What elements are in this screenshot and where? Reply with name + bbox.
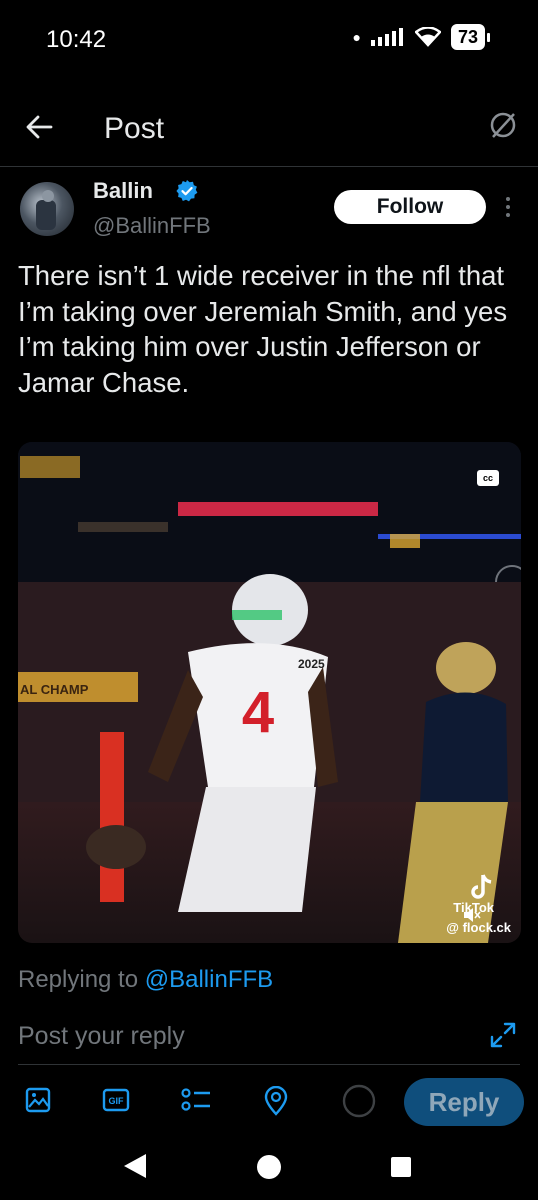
back-arrow-icon[interactable] (24, 112, 54, 142)
banner-text: AL CHAMP (20, 682, 89, 697)
expand-icon[interactable] (488, 1020, 518, 1050)
post-video[interactable]: 4 2025 AL CHAMP TikTok cc @ flock.ck (18, 442, 521, 943)
nav-recents-icon[interactable] (390, 1156, 412, 1178)
jersey-number: 4 (242, 680, 274, 745)
status-time: 10:42 (46, 26, 107, 53)
location-icon[interactable] (262, 1086, 290, 1116)
tiktok-logo-icon (471, 874, 492, 899)
status-icons: ● 73 (352, 24, 490, 50)
character-count-icon (342, 1084, 376, 1118)
video-frame-illustration: 4 2025 AL CHAMP TikTok (18, 442, 521, 943)
image-icon[interactable] (24, 1086, 52, 1114)
jersey-logo: 2025 (298, 657, 325, 671)
closed-captions-button[interactable]: cc (477, 470, 499, 486)
battery-level: 73 (450, 24, 485, 50)
notification-dot-icon: ● (352, 29, 361, 45)
avatar[interactable] (20, 182, 74, 236)
follow-button[interactable]: Follow (334, 190, 486, 224)
nav-home-icon[interactable] (256, 1154, 282, 1180)
system-nav-bar (0, 1132, 538, 1200)
author-handle[interactable]: @BallinFFB (93, 213, 211, 239)
post-header: Post (0, 90, 538, 167)
nav-back-icon[interactable] (122, 1152, 148, 1180)
wifi-icon (414, 27, 441, 47)
gif-icon[interactable]: GIF (102, 1086, 130, 1114)
battery-icon: 73 (450, 24, 490, 50)
more-options-icon[interactable] (504, 196, 512, 218)
svg-text:GIF: GIF (109, 1096, 125, 1106)
signal-icon (370, 28, 403, 46)
watermark-handle: @ flock.ck (446, 920, 511, 935)
poll-icon[interactable] (180, 1086, 212, 1114)
reply-input[interactable] (18, 1022, 458, 1051)
post-text: There isn’t 1 wide receiver in the nfl t… (18, 260, 508, 398)
author-name[interactable]: Ballin (93, 178, 153, 204)
replying-to: Replying to @BallinFFB (18, 966, 273, 994)
page-title: Post (104, 112, 165, 145)
grok-icon[interactable] (488, 110, 518, 140)
replying-to-handle[interactable]: @BallinFFB (145, 966, 273, 993)
reply-button[interactable]: Reply (404, 1078, 524, 1126)
verified-badge-icon (176, 180, 198, 202)
replying-to-label: Replying to (18, 966, 139, 993)
composer-divider (18, 1064, 520, 1065)
